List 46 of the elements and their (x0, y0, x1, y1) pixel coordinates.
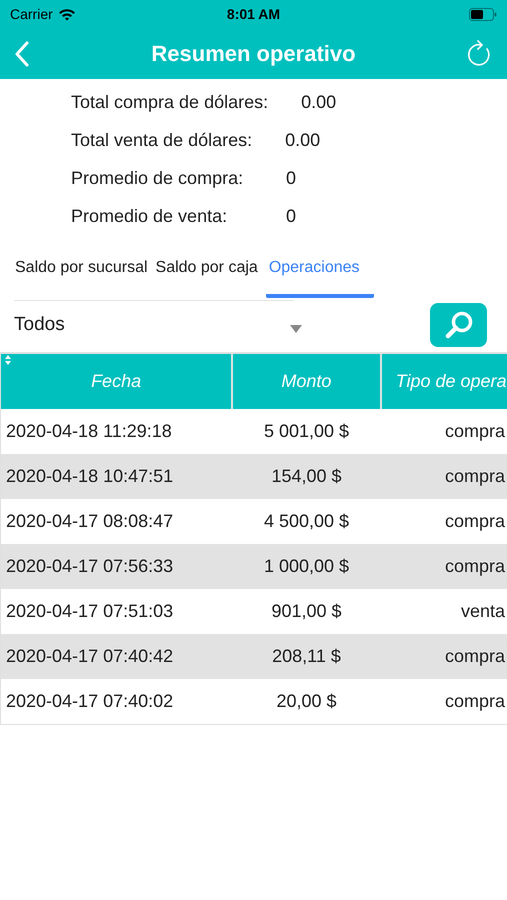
search-button[interactable] (430, 303, 487, 347)
table-cell-text: 2020-04-17 07:56:33 (5, 555, 174, 578)
wifi-icon (58, 8, 76, 20)
tab[interactable]: Saldo por caja (156, 252, 258, 298)
back-icon[interactable] (14, 40, 30, 66)
screen-title: Resumen operativo (151, 40, 356, 68)
table-cell-text: 2020-04-18 10:47:51 (5, 465, 174, 488)
tab[interactable]: Operaciones (266, 252, 374, 298)
summary-label: Total compra de dólares: (71, 91, 268, 114)
table-cell-text: 208,11 $ (271, 645, 342, 668)
table-cell-text: 154,00 $ (270, 465, 343, 488)
summary-value: 0.00 (285, 129, 320, 152)
table-cell-text: compra (444, 465, 506, 488)
battery-icon (469, 8, 497, 20)
table-cell-text: 4 500,00 $ (262, 510, 350, 533)
table-cell-text: compra (444, 690, 506, 713)
column-header[interactable]: Monto (233, 354, 380, 409)
table-cell-text: 1 000,00 $ (262, 555, 350, 578)
carrier-label: Carrier (10, 4, 53, 24)
summary-label: Promedio de compra: (71, 167, 244, 190)
table-cell-text: 2020-04-17 08:08:47 (5, 510, 174, 533)
table-cell-text: compra (444, 645, 506, 668)
column-header[interactable]: Tipo de opera (382, 354, 507, 409)
tab[interactable]: Saldo por sucursal (15, 252, 148, 298)
table-cell-text: compra (444, 420, 506, 443)
search-icon (444, 310, 474, 340)
summary-value: 0.00 (301, 91, 336, 114)
table-cell-text: 20,00 $ (275, 690, 338, 713)
table-cell-text: compra (444, 510, 506, 533)
table-cell-text: compra (444, 555, 506, 578)
summary-value: 0 (286, 205, 296, 228)
table-cell-text: 2020-04-17 07:51:03 (5, 600, 174, 623)
filter-dropdown[interactable]: Todos (14, 305, 302, 345)
table-cell-text: 2020-04-17 07:40:02 (5, 690, 174, 713)
summary-value: 0 (286, 167, 296, 190)
table-cell-text: 2020-04-17 07:40:42 (5, 645, 174, 668)
column-header[interactable]: Fecha (1, 354, 232, 409)
table-cell-text: 5 001,00 $ (262, 420, 350, 443)
table-cell-text: venta (460, 600, 506, 623)
sort-icon[interactable] (5, 355, 11, 365)
table-cell-text: 901,00 $ (270, 600, 343, 623)
status-time: 8:01 AM (226, 4, 280, 24)
summary-label: Total venta de dólares: (71, 129, 252, 152)
table-cell-text: 2020-04-18 11:29:18 (5, 420, 173, 443)
summary-label: Promedio de venta: (71, 205, 228, 228)
dropdown-caret-icon (290, 325, 302, 333)
